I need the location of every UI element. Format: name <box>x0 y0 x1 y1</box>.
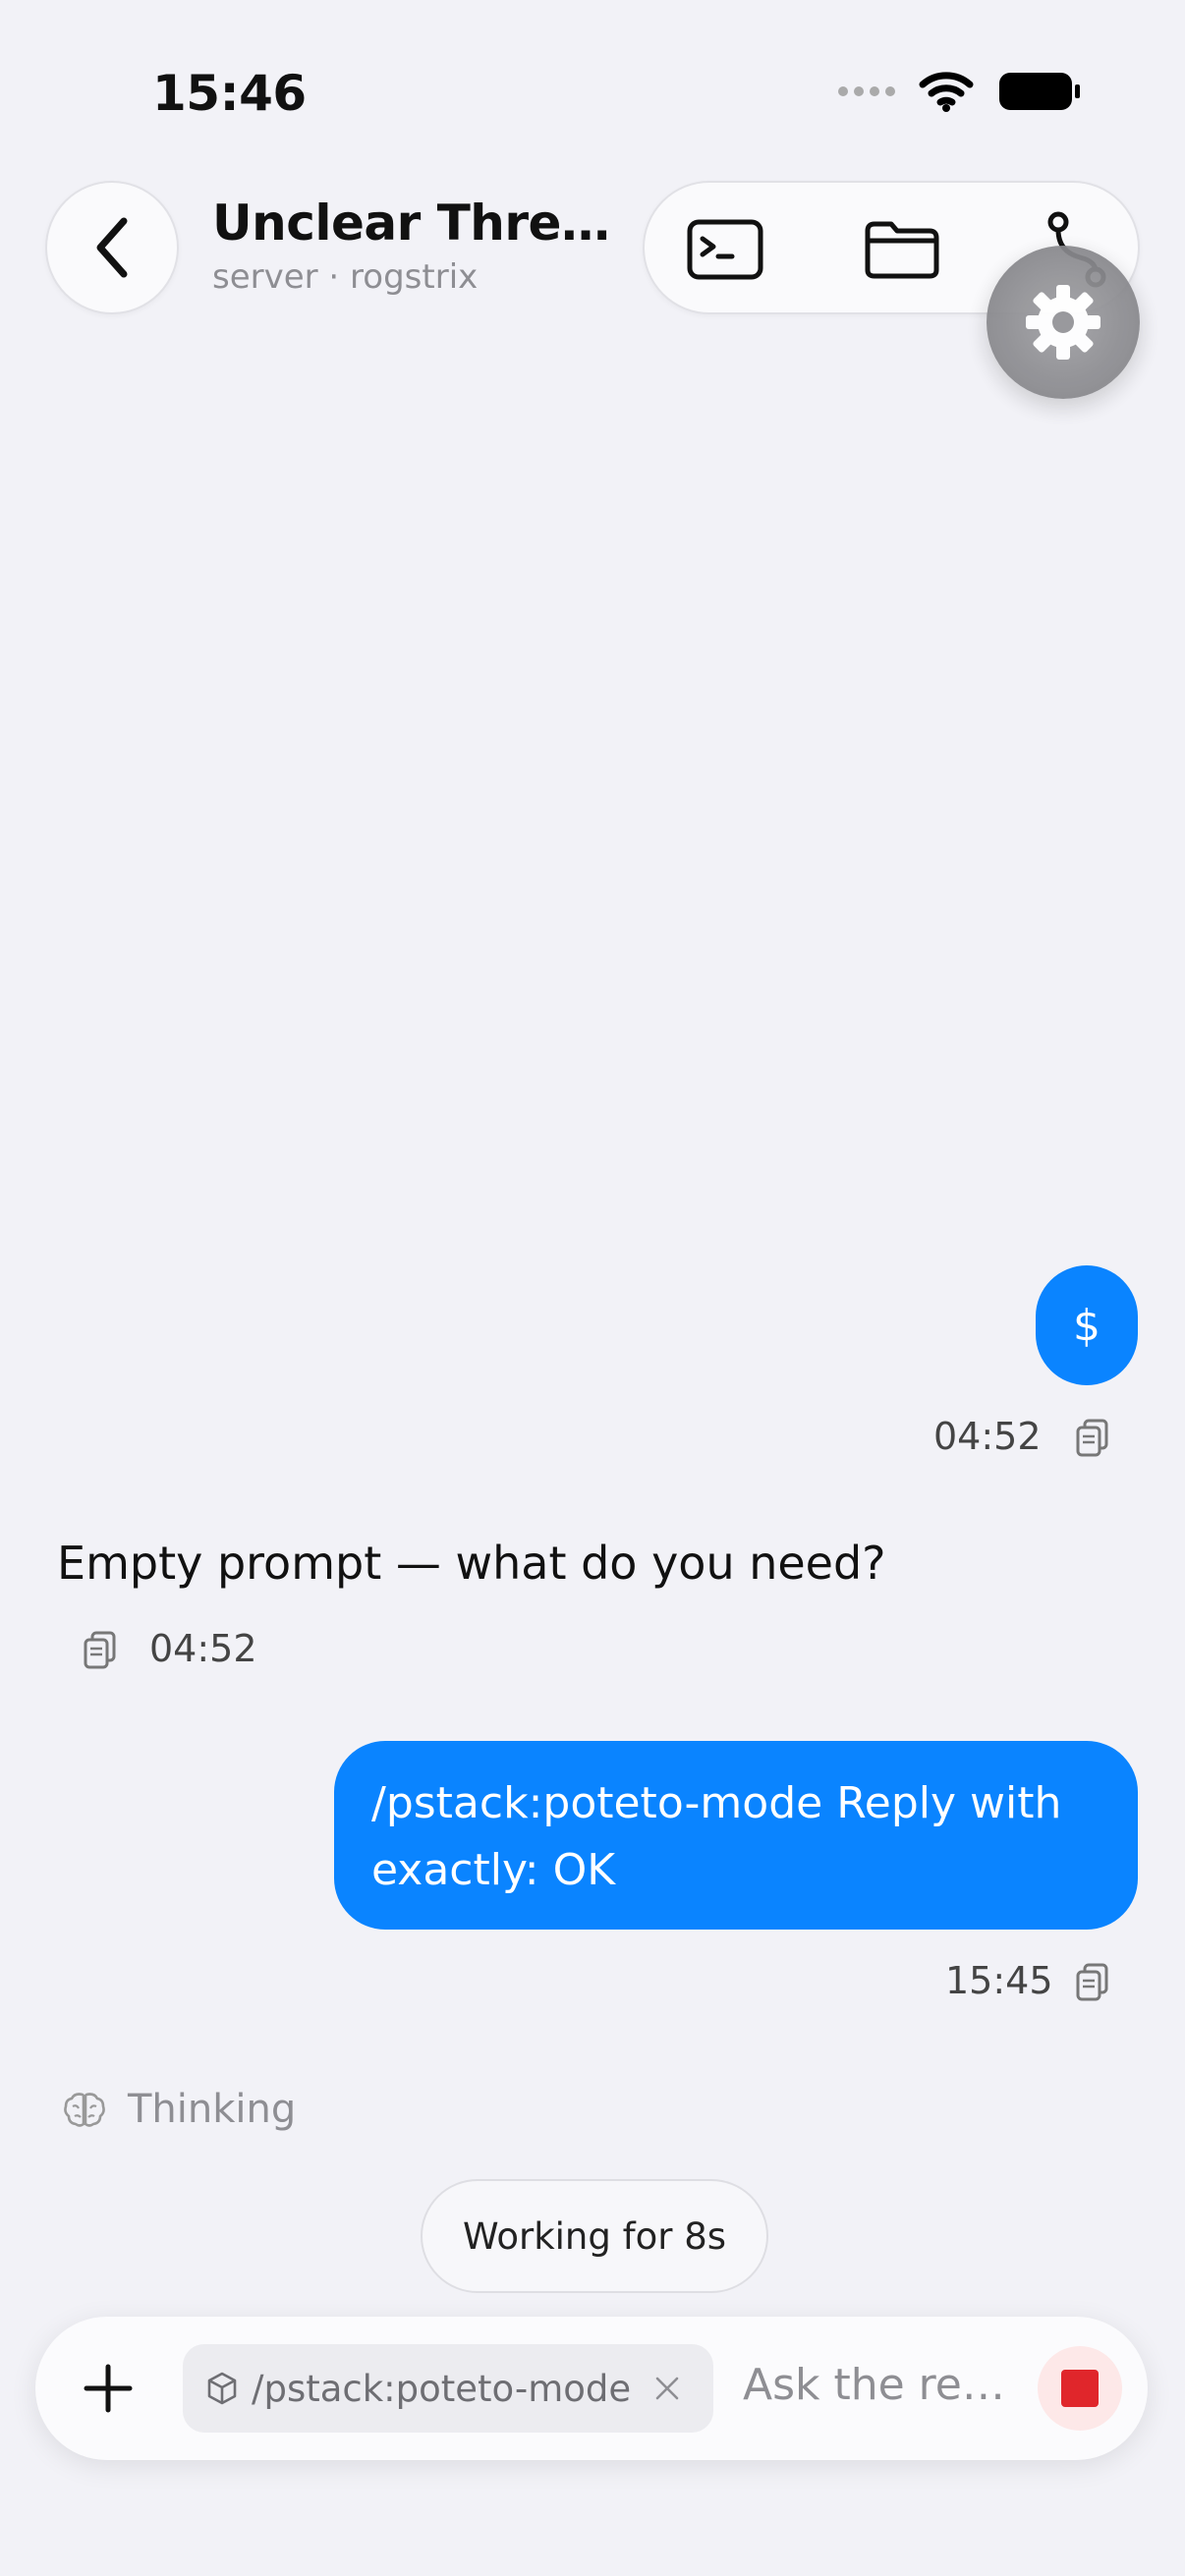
cube-icon <box>207 2372 237 2405</box>
settings-button[interactable] <box>987 246 1140 399</box>
stop-icon <box>1061 2370 1099 2407</box>
terminal-icon <box>687 219 763 280</box>
close-icon <box>655 2377 679 2400</box>
stop-button[interactable] <box>1038 2346 1122 2431</box>
terminal-button[interactable] <box>686 210 764 289</box>
message-timestamp: 04:52 <box>149 1627 257 1670</box>
thread-subtitle: server · rogstrix <box>212 257 479 297</box>
command-chip[interactable]: /pstack:poteto-mode <box>183 2344 713 2433</box>
composer-bar: /pstack:poteto-mode Ask the re… <box>35 2317 1148 2460</box>
cellular-signal-icon <box>838 86 895 96</box>
plus-icon <box>84 2364 133 2413</box>
status-time: 15:46 <box>152 65 307 122</box>
add-attachment-button[interactable] <box>69 2349 147 2428</box>
status-icons <box>838 71 1082 112</box>
battery-icon <box>999 73 1080 110</box>
copy-icon[interactable] <box>83 1631 118 1670</box>
message-timestamp: 15:45 <box>945 1959 1053 2002</box>
thread-title: Unclear Thre… <box>212 195 610 252</box>
remove-chip-button[interactable] <box>654 2376 680 2401</box>
files-button[interactable] <box>863 210 941 289</box>
brain-icon <box>64 2093 105 2127</box>
user-message-bubble[interactable]: /pstack:poteto-mode Reply with exactly: … <box>334 1741 1138 1930</box>
working-status-pill: Working for 8s <box>421 2179 768 2293</box>
chevron-left-icon <box>96 217 128 278</box>
back-button[interactable] <box>45 181 179 314</box>
thinking-label: Thinking <box>128 2087 297 2132</box>
folder-icon <box>865 221 939 279</box>
copy-icon[interactable] <box>1075 1963 1110 2002</box>
assistant-message-text: Empty prompt — what do you need? <box>57 1537 886 1590</box>
message-timestamp: 04:52 <box>933 1415 1042 1458</box>
wifi-icon <box>919 72 974 112</box>
copy-icon[interactable] <box>1075 1419 1110 1458</box>
command-chip-label: /pstack:poteto-mode <box>252 2367 632 2410</box>
working-label: Working for 8s <box>462 2214 727 2258</box>
thinking-indicator: Thinking <box>63 2087 296 2132</box>
gear-icon <box>1026 285 1100 360</box>
user-message-bubble[interactable]: $ <box>1036 1265 1138 1385</box>
message-input[interactable]: Ask the re… <box>743 2360 1005 2410</box>
